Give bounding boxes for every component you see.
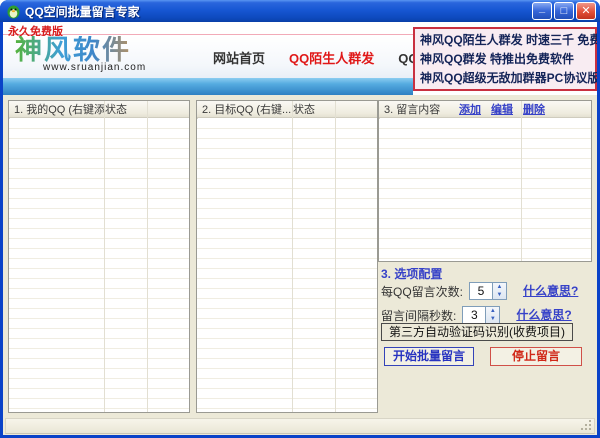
message-list-header: 3. 留言内容 添加 编辑 删除 [379,101,591,118]
window-content: 永久免费版 神风软件 www.sruanjian.com 网站首页 QQ陌生人群… [3,22,597,435]
logo-text: 神风软件 [15,36,146,64]
announcement-line[interactable]: 神风QQ陌生人群发 时速三千 免费试 [420,31,597,50]
status-bar [5,418,595,434]
add-message-link[interactable]: 添加 [459,101,481,117]
interval-stepper[interactable]: 3 ▲ ▼ [462,306,501,324]
announcement-line[interactable]: 神风QQ群发 特推出免费软件 [420,50,590,69]
target-qq-list-body[interactable] [197,119,377,412]
per-qq-count-spin-buttons: ▲ ▼ [492,283,507,299]
target-qq-list[interactable]: 2. 目标QQ (右键... 状态 [196,100,378,413]
announcement-line[interactable]: 神风QQ超级无敌加群器PC协议版 [420,69,597,88]
titlebar: QQ空间批量留言专家 _ □ ✕ [0,0,600,22]
close-button[interactable]: ✕ [576,2,596,20]
my-qq-status-column-header: 状态 [105,104,127,116]
message-interval-row: 留言间隔秒数: 3 ▲ ▼ 什么意思? [381,305,572,325]
nav-qq-stranger-link[interactable]: QQ陌生人群发 [289,48,374,67]
interval-value[interactable]: 3 [463,307,485,323]
column-divider [292,101,293,412]
target-qq-status-column-header: 状态 [293,104,315,116]
delete-message-link[interactable]: 删除 [523,101,545,117]
minimize-button[interactable]: _ [532,2,552,20]
target-qq-column-header: 2. 目标QQ (右键... [202,104,292,116]
announcement-box: 神风QQ陌生人群发 时速三千 免费试 神风QQ群发 特推出免费软件 神风QQ超级… [413,27,597,91]
spin-up-icon[interactable]: ▲ [486,307,499,315]
interval-spin-buttons: ▲ ▼ [485,307,500,323]
message-column-header: 3. 留言内容 [384,104,441,116]
target-qq-list-header: 2. 目标QQ (右键... 状态 [197,101,377,118]
column-divider [521,101,522,261]
message-content-list[interactable]: 3. 留言内容 添加 编辑 删除 [378,100,592,262]
stop-message-button[interactable]: 停止留言 [490,347,582,366]
logo: 神风软件 www.sruanjian.com [15,36,146,73]
message-list-body[interactable] [379,119,591,261]
resize-grip[interactable] [581,420,593,432]
interval-label: 留言间隔秒数: [381,308,457,323]
my-qq-list-body[interactable] [9,119,189,412]
start-batch-message-button[interactable]: 开始批量留言 [384,347,474,366]
per-qq-help-wrap: 什么意思? [523,282,578,300]
spin-down-icon[interactable]: ▼ [486,315,499,323]
nav-home-link[interactable]: 网站首页 [213,48,265,67]
maximize-button[interactable]: □ [554,2,574,20]
my-qq-list[interactable]: 1. 我的QQ (右键添加) 状态 [8,100,190,413]
captcha-recognition-button[interactable]: 第三方自动验证码识别(收费项目) [381,323,573,341]
qq-app-icon [7,5,20,18]
spin-up-icon[interactable]: ▲ [493,283,506,291]
my-qq-column-header: 1. 我的QQ (右键添加) [14,104,105,116]
interval-help-link[interactable]: 什么意思? [516,308,571,322]
minimize-icon: _ [538,2,546,14]
column-divider [335,101,336,412]
column-divider [104,101,105,412]
app-window: QQ空间批量留言专家 _ □ ✕ 永久免费版 神风软件 www.sruanjia… [0,0,600,438]
my-qq-list-header: 1. 我的QQ (右键添加) 状态 [9,101,189,118]
spin-down-icon[interactable]: ▼ [493,291,506,299]
per-qq-message-count-row: 每QQ留言次数: 5 ▲ ▼ 什么意思? [381,281,578,301]
window-title: QQ空间批量留言专家 [25,4,140,19]
message-actions: 添加 编辑 删除 [459,101,545,117]
options-section-title: 3. 选项配置 [381,267,443,281]
edit-message-link[interactable]: 编辑 [491,101,513,117]
close-icon: ✕ [581,5,591,17]
blue-divider-bar [3,78,413,95]
per-qq-count-label: 每QQ留言次数: [381,284,464,299]
column-divider [147,101,148,412]
per-qq-count-stepper[interactable]: 5 ▲ ▼ [469,282,508,300]
per-qq-count-help-link[interactable]: 什么意思? [523,284,578,298]
per-qq-count-value[interactable]: 5 [470,283,492,299]
main-area: 1. 我的QQ (右键添加) 状态 2. 目标QQ (右键... 状态 [3,95,597,435]
interval-help-wrap: 什么意思? [516,306,571,324]
maximize-icon: □ [560,5,568,17]
logo-site-url: www.sruanjian.com [43,62,147,73]
